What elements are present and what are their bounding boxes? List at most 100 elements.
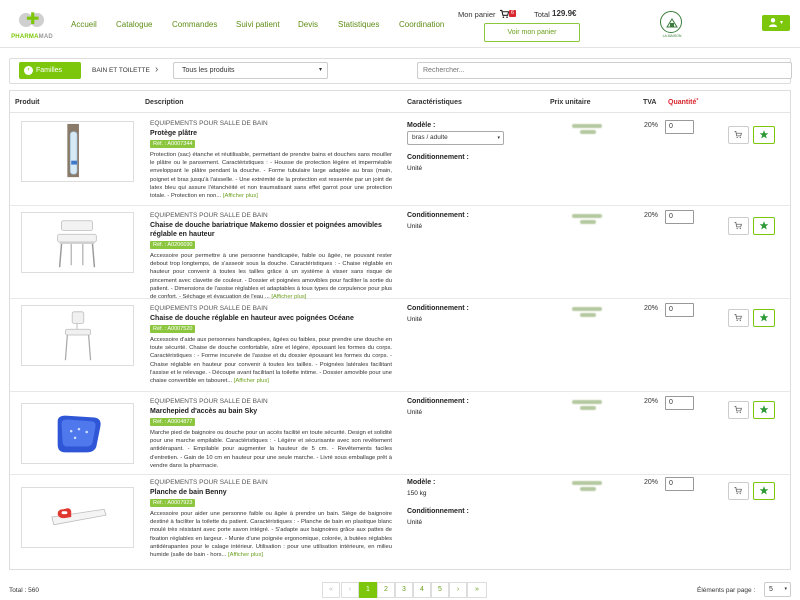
search-input[interactable] — [417, 62, 792, 79]
page-next-button[interactable]: › — [449, 582, 467, 598]
tva-value: 20% — [644, 305, 659, 312]
table-row: EQUIPEMENTS POUR SALLE DE BAIN Chaise de… — [10, 207, 790, 301]
cart-icon — [734, 314, 742, 322]
conditionnement-label: Conditionnement : — [407, 212, 469, 219]
quantity-input[interactable]: 0 — [665, 303, 694, 317]
star-icon — [759, 221, 769, 230]
product-type-value: Tous les produits — [182, 67, 235, 74]
nav-devis[interactable]: Devis — [298, 20, 318, 29]
partner-logo-icon — [660, 11, 682, 33]
conditionnement-value: Unité — [407, 165, 423, 172]
model-label: Modèle : — [407, 479, 436, 486]
page-3-button[interactable]: 3 — [395, 582, 413, 598]
conditionnement-label: Conditionnement : — [407, 305, 469, 312]
chevron-down-icon: ▾ — [497, 135, 500, 141]
product-name[interactable]: Planche de bain Benny — [150, 488, 392, 497]
total-count: Total : 560 — [9, 587, 39, 594]
nav-suivi-patient[interactable]: Suivi patient — [236, 20, 280, 29]
page-first-button[interactable]: « — [322, 582, 340, 598]
logo-text-pharma: PHARMA — [11, 34, 39, 40]
cart-summary: Mon panier 6 Total 129.9€ Voir mon panie… — [458, 9, 588, 43]
conditionnement-value: Unité — [407, 409, 423, 416]
tva-value: 20% — [644, 398, 659, 405]
product-image[interactable] — [21, 212, 134, 273]
unit-price-blurred — [560, 398, 602, 410]
product-image[interactable] — [21, 403, 134, 464]
product-description: Accessoire pour permettre à une personne… — [150, 253, 392, 301]
logo-text-mad: MAD — [38, 34, 53, 40]
add-to-cart-button[interactable] — [728, 309, 749, 327]
product-category: EQUIPEMENTS POUR SALLE DE BAIN — [150, 398, 268, 405]
page-4-button[interactable]: 4 — [413, 582, 431, 598]
breadcrumb[interactable]: BAIN ET TOILETTE — [92, 67, 150, 74]
cart-icon — [500, 9, 509, 19]
col-description: Description — [145, 99, 184, 106]
show-more-link[interactable]: [Afficher plus] — [223, 193, 258, 199]
show-more-link[interactable]: [Afficher plus] — [234, 378, 269, 384]
page-prev-button[interactable]: ‹ — [341, 582, 359, 598]
conditionnement-value: Unité — [407, 316, 423, 323]
model-select[interactable]: bras / adulte ▾ — [407, 131, 504, 145]
quantity-input[interactable]: 0 — [665, 396, 694, 410]
nav-coordination[interactable]: Coordination — [399, 20, 444, 29]
col-quantite: Quantité* — [668, 98, 699, 106]
product-description: Accessoire d'aide aux personnes handicap… — [150, 337, 392, 385]
add-favorite-button[interactable] — [753, 482, 775, 500]
product-ref-badge: Réf. : A0007923 — [150, 499, 196, 507]
cart-icon — [734, 131, 742, 139]
add-to-cart-button[interactable] — [728, 482, 749, 500]
product-name[interactable]: Marchepied d'accès au bain Sky — [150, 407, 392, 416]
model-label: Modèle : — [407, 122, 436, 129]
quantity-input[interactable]: 0 — [665, 477, 694, 491]
user-menu-button[interactable]: ▾ — [762, 15, 790, 31]
product-ref-badge: Réf. : A0206690 — [150, 241, 196, 249]
add-to-cart-button[interactable] — [728, 217, 749, 235]
table-row: EQUIPEMENTS POUR SALLE DE BAIN Protège p… — [10, 114, 790, 206]
product-category: EQUIPEMENTS POUR SALLE DE BAIN — [150, 479, 268, 486]
cart-label: Mon panier — [458, 10, 496, 19]
product-name[interactable]: Protège plâtre — [150, 129, 392, 138]
col-tva: TVA — [643, 99, 657, 106]
product-image[interactable] — [21, 121, 134, 182]
product-ref-badge: Réf. : A0007520 — [150, 325, 196, 333]
table-row: EQUIPEMENTS POUR SALLE DE BAIN Planche d… — [10, 476, 790, 570]
view-cart-button[interactable]: Voir mon panier — [484, 23, 580, 42]
add-favorite-button[interactable] — [753, 126, 775, 144]
product-ref-badge: Réf. : A0004877 — [150, 418, 196, 426]
nav-accueil[interactable]: Accueil — [71, 20, 97, 29]
cart-icon — [734, 406, 742, 414]
show-more-link[interactable]: [Afficher plus] — [228, 552, 263, 558]
nav-commandes[interactable]: Commandes — [172, 20, 217, 29]
chevron-down-icon: ▾ — [318, 67, 322, 73]
product-type-select[interactable]: Tous les produits ▾ — [173, 62, 328, 79]
quantity-input[interactable]: 0 — [665, 210, 694, 224]
add-favorite-button[interactable] — [753, 401, 775, 419]
page-5-button[interactable]: 5 — [431, 582, 449, 598]
familles-label: Familles — [36, 67, 63, 74]
nav-statistiques[interactable]: Statistiques — [338, 20, 379, 29]
table-row: EQUIPEMENTS POUR SALLE DE BAIN Chaise de… — [10, 300, 790, 392]
conditionnement-label: Conditionnement : — [407, 398, 469, 405]
unit-price-blurred — [560, 305, 602, 317]
nav-catalogue[interactable]: Catalogue — [116, 20, 152, 29]
page-2-button[interactable]: 2 — [377, 582, 395, 598]
per-page-value: 5 — [769, 586, 773, 593]
quantity-input[interactable]: 0 — [665, 120, 694, 134]
per-page-label: Éléments par page : — [697, 587, 756, 594]
product-name[interactable]: Chaise de douche réglable en hauteur ave… — [150, 314, 392, 323]
per-page-select[interactable]: 5 ▾ — [764, 582, 791, 597]
product-image[interactable] — [21, 487, 134, 548]
product-description: Accessoire pour aider une personne faibl… — [150, 511, 392, 559]
familles-button[interactable]: ‹ Familles — [19, 62, 81, 79]
add-favorite-button[interactable] — [753, 217, 775, 235]
cart-total-value: 129.9€ — [552, 9, 577, 18]
conditionnement-value: Unité — [407, 519, 423, 526]
pharmamad-logo[interactable]: ✚ PHARMAMAD — [9, 9, 55, 41]
product-image[interactable] — [21, 305, 134, 366]
add-to-cart-button[interactable] — [728, 126, 749, 144]
page-1-button[interactable]: 1 — [359, 582, 377, 598]
add-favorite-button[interactable] — [753, 309, 775, 327]
page-last-button[interactable]: » — [467, 582, 487, 598]
add-to-cart-button[interactable] — [728, 401, 749, 419]
product-name[interactable]: Chaise de douche bariatrique Makemo doss… — [150, 221, 392, 239]
